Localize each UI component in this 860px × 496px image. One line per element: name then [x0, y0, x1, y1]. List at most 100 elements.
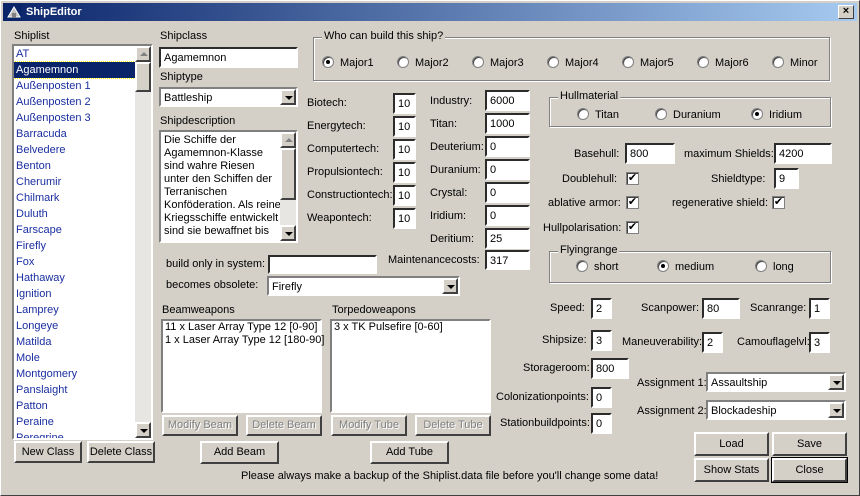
delete-class-button[interactable]: Delete Class — [87, 441, 155, 463]
radio-icon[interactable] — [577, 108, 589, 121]
list-item[interactable]: Benton — [14, 158, 151, 174]
add-tube-button[interactable]: Add Tube — [370, 441, 449, 464]
assignment1-select[interactable]: Assaultship — [706, 372, 846, 392]
shieldtype-input[interactable]: 9 — [774, 168, 799, 189]
add-beam-button[interactable]: Add Beam — [200, 441, 279, 464]
hullmaterial-radio-iridium[interactable]: Iridium — [751, 108, 802, 121]
scanrange-input[interactable]: 1 — [809, 298, 830, 319]
builder-radio-major3[interactable]: Major3 — [472, 56, 524, 69]
flyingrange-radio-medium[interactable]: medium — [657, 260, 714, 273]
builder-radio-major2[interactable]: Major2 — [397, 56, 449, 69]
radio-icon[interactable] — [322, 56, 334, 69]
scroll-thumb[interactable] — [135, 62, 151, 92]
weapon-item[interactable]: 11 x Laser Array Type 12 [0-90] — [163, 321, 320, 334]
torpedoweapons-list[interactable]: 3 x TK Pulsefire [0-60] — [330, 319, 491, 413]
scroll-down-icon[interactable] — [135, 422, 151, 438]
basehull-input[interactable]: 800 — [625, 143, 675, 164]
list-item[interactable]: Hathaway — [14, 270, 151, 286]
scroll-down-icon[interactable] — [280, 225, 296, 241]
regen-shield-checkbox[interactable]: ✔ — [772, 196, 785, 209]
radio-icon[interactable] — [755, 260, 767, 273]
shiptype-select[interactable]: Battleship — [159, 87, 298, 107]
list-item[interactable]: Peregrine — [14, 430, 151, 438]
radio-icon[interactable] — [472, 56, 484, 69]
list-item[interactable]: Cherumir — [14, 174, 151, 190]
save-button[interactable]: Save — [772, 432, 847, 456]
beamweapons-list[interactable]: 11 x Laser Array Type 12 [0-90] 1 x Laser… — [161, 319, 324, 413]
obsolete-select[interactable]: Firefly — [267, 276, 460, 296]
chevron-down-icon[interactable] — [828, 374, 844, 390]
list-item[interactable]: Patton — [14, 398, 151, 414]
list-item[interactable]: Matilda — [14, 334, 151, 350]
tech-input[interactable]: 10 — [393, 162, 416, 183]
flyingrange-radio-long[interactable]: long — [755, 260, 794, 273]
description-scrollbar[interactable] — [280, 132, 296, 241]
list-item[interactable]: Außenposten 3 — [14, 110, 151, 126]
tech-input[interactable]: 10 — [393, 139, 416, 160]
resource-input[interactable]: 1000 — [485, 113, 530, 134]
build-only-input[interactable] — [268, 255, 377, 274]
weapon-item[interactable]: 3 x TK Pulsefire [0-60] — [332, 321, 489, 334]
resource-input[interactable]: 6000 — [485, 90, 530, 111]
doublehull-checkbox[interactable]: ✔ — [626, 172, 639, 185]
scroll-up-icon[interactable] — [135, 46, 151, 62]
chevron-down-icon[interactable] — [828, 402, 844, 418]
list-item[interactable]: Barracuda — [14, 126, 151, 142]
radio-icon[interactable] — [772, 56, 784, 69]
resource-input[interactable]: 0 — [485, 182, 530, 203]
resource-input[interactable]: 25 — [485, 228, 530, 249]
hullmaterial-radio-duranium[interactable]: Duranium — [655, 108, 721, 121]
list-item[interactable]: Lamprey — [14, 302, 151, 318]
hullmaterial-radio-titan[interactable]: Titan — [577, 108, 619, 121]
resource-input[interactable]: 0 — [485, 159, 530, 180]
list-item[interactable]: Farscape — [14, 222, 151, 238]
shiplist-scrollbar[interactable] — [135, 46, 151, 438]
list-item[interactable]: Montgomery — [14, 366, 151, 382]
list-item[interactable]: Longeye — [14, 318, 151, 334]
title-bar[interactable]: ShipEditor × — [3, 3, 857, 21]
list-item[interactable]: Agamemnon — [14, 61, 151, 79]
list-item[interactable]: Fox — [14, 254, 151, 270]
assignment2-select[interactable]: Blockadeship — [706, 400, 846, 420]
list-item[interactable]: Panslaight — [14, 382, 151, 398]
close-button[interactable]: Close — [771, 457, 848, 483]
builder-radio-major5[interactable]: Major5 — [622, 56, 674, 69]
radio-icon[interactable] — [751, 108, 763, 121]
maneuverability-input[interactable]: 2 — [702, 332, 723, 353]
new-class-button[interactable]: New Class — [14, 441, 82, 463]
list-item[interactable]: Außenposten 1 — [14, 78, 151, 94]
chevron-down-icon[interactable] — [442, 278, 458, 294]
load-button[interactable]: Load — [694, 432, 769, 456]
list-item[interactable]: Peraine — [14, 414, 151, 430]
builder-radio-major4[interactable]: Major4 — [547, 56, 599, 69]
delete-tube-button[interactable]: Delete Tube — [415, 415, 491, 436]
resource-input[interactable]: 0 — [485, 136, 530, 157]
shipsize-input[interactable]: 3 — [591, 330, 612, 351]
maxshields-input[interactable]: 4200 — [774, 143, 832, 164]
colonization-input[interactable]: 0 — [591, 387, 612, 408]
radio-icon[interactable] — [576, 260, 588, 273]
builder-radio-major6[interactable]: Major6 — [697, 56, 749, 69]
radio-icon[interactable] — [657, 260, 669, 273]
list-item[interactable]: Chilmark — [14, 190, 151, 206]
radio-icon[interactable] — [547, 56, 559, 69]
stationbuild-input[interactable]: 0 — [591, 413, 612, 434]
scanpower-input[interactable]: 80 — [702, 298, 740, 319]
radio-icon[interactable] — [655, 108, 667, 121]
list-item[interactable]: Firefly — [14, 238, 151, 254]
modify-tube-button[interactable]: Modify Tube — [331, 415, 407, 436]
scroll-thumb[interactable] — [280, 148, 296, 200]
weapon-item[interactable]: 1 x Laser Array Type 12 [180-90] — [163, 334, 324, 347]
shipclass-input[interactable]: Agamemnon — [159, 47, 298, 68]
builder-radio-minor[interactable]: Minor — [772, 56, 818, 69]
list-item[interactable]: AT — [14, 46, 151, 62]
flyingrange-radio-short[interactable]: short — [576, 260, 618, 273]
builder-radio-major1[interactable]: Major1 — [322, 56, 374, 69]
maintenance-input[interactable]: 317 — [485, 250, 530, 270]
tech-input[interactable]: 10 — [393, 185, 416, 206]
list-item[interactable]: Duluth — [14, 206, 151, 222]
storageroom-input[interactable]: 800 — [591, 358, 629, 379]
chevron-down-icon[interactable] — [280, 89, 296, 105]
scroll-up-icon[interactable] — [280, 132, 296, 148]
list-item[interactable]: Belvedere — [14, 142, 151, 158]
